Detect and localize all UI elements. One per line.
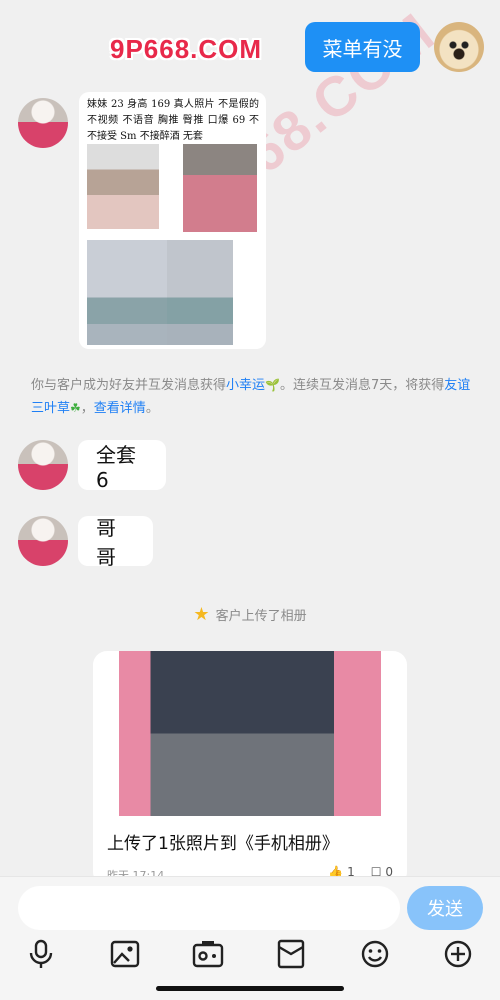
my-avatar[interactable] <box>434 22 484 72</box>
received-message-bubble[interactable]: 哥哥 <box>78 516 153 569</box>
home-indicator[interactable] <box>156 986 344 991</box>
sprout-icon: 🌱 <box>265 378 280 392</box>
red-packet-icon[interactable] <box>274 937 308 971</box>
received-message-bubble[interactable]: 全套6 <box>78 440 166 492</box>
camera-icon[interactable] <box>191 937 225 971</box>
message-input[interactable] <box>18 886 400 930</box>
star-icon: ★ <box>193 604 210 625</box>
sent-message-bubble[interactable]: 菜单有没 <box>305 22 420 72</box>
input-toolbar <box>0 937 500 977</box>
view-details-link[interactable]: 查看详情 <box>94 401 146 416</box>
album-title: 上传了1张照片到《手机相册》 <box>107 834 339 854</box>
contact-avatar[interactable] <box>18 440 68 490</box>
upload-notice-text: 客户上传了相册 <box>215 609 307 624</box>
input-bar: 发送 <box>0 876 500 1000</box>
card-photo <box>167 240 233 345</box>
site-watermark: 9P668.COM <box>110 34 263 64</box>
card-photo <box>87 144 159 229</box>
notice-text: ， <box>80 401 94 416</box>
friendship-system-notice: 你与客户成为好友并互发消息获得小幸运🌱。连续互发消息7天，将获得友谊三叶草☘，查… <box>31 374 471 420</box>
image-icon[interactable] <box>108 937 142 971</box>
card-photo <box>183 144 257 232</box>
notice-text: 你与客户成为好友并互发消息获得 <box>31 378 227 393</box>
contact-avatar[interactable] <box>18 516 68 566</box>
album-photo[interactable] <box>119 651 381 816</box>
lucky-link[interactable]: 小幸运 <box>226 378 265 393</box>
notice-text: 。连续互发消息7天，将获得 <box>279 378 445 393</box>
card-photo <box>87 240 167 345</box>
photo-message-card[interactable]: 妹妹 23 身高 169 真人照片 不是假的 不视频 不语音 胸推 臀推 口爆 … <box>79 92 266 349</box>
emoji-icon[interactable] <box>358 937 392 971</box>
card-caption: 妹妹 23 身高 169 真人照片 不是假的 不视频 不语音 胸推 臀推 口爆 … <box>87 99 259 142</box>
notice-text: 。 <box>145 401 159 416</box>
send-button[interactable]: 发送 <box>407 886 483 930</box>
album-card[interactable]: 上传了1张照片到《手机相册》 昨天 17:14 👍 1 ☐ 0 <box>93 651 407 886</box>
contact-avatar[interactable] <box>18 98 68 148</box>
plus-icon[interactable] <box>441 937 475 971</box>
microphone-icon[interactable] <box>24 937 58 971</box>
clover-icon: ☘ <box>70 401 81 415</box>
album-upload-notice: ★ 客户上传了相册 <box>0 604 500 625</box>
